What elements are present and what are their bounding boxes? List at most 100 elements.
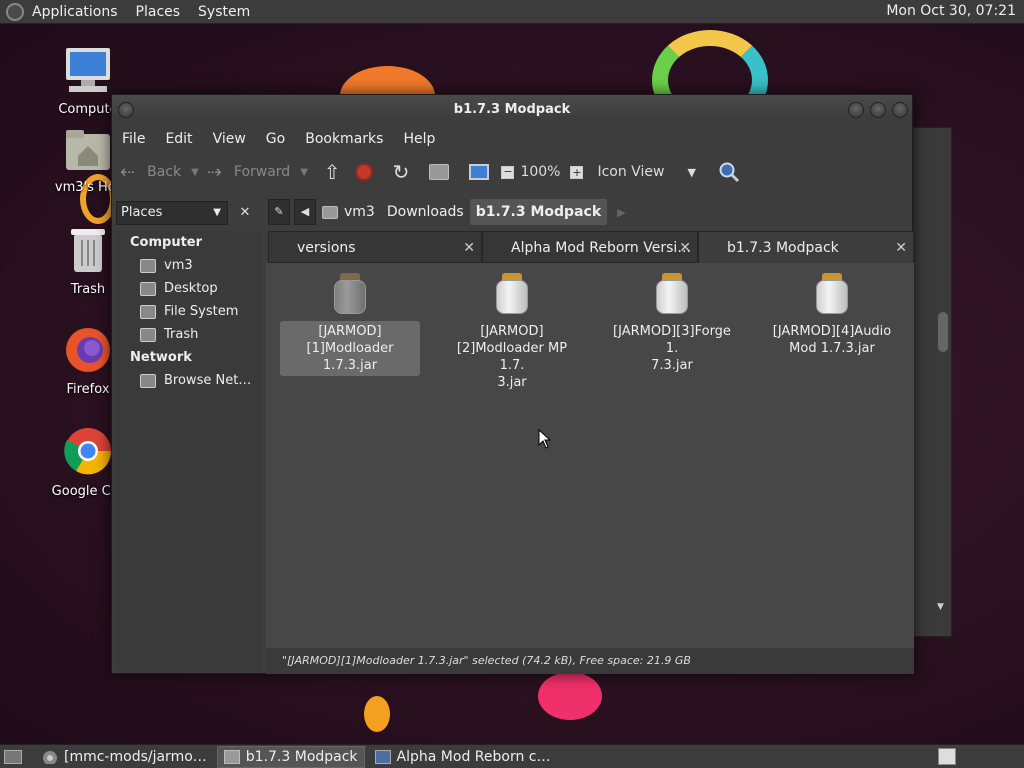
close-tab-icon[interactable]: ✕ (679, 232, 691, 264)
sidebar-item-vm3[interactable]: vm3 (116, 254, 262, 277)
back-button[interactable]: ⇠ Back (120, 162, 181, 183)
file-name: [JARMOD][4]Audio Mod 1.7.3.jar (772, 324, 892, 356)
path-button-current[interactable]: b1.7.3 Modpack (469, 199, 608, 225)
tab-label: Alpha Mod Reborn Versi… (511, 240, 692, 256)
menu-file[interactable]: File (122, 131, 145, 147)
sidebar-item-label: vm3 (164, 258, 193, 273)
close-tab-icon[interactable]: ✕ (895, 232, 907, 264)
computer-icon[interactable] (469, 164, 490, 180)
zoom-out-icon[interactable]: − (501, 165, 515, 179)
zoom-in-icon[interactable]: + (570, 165, 584, 179)
wallpaper-shape (364, 696, 390, 732)
view-mode-select[interactable]: Icon View (597, 164, 687, 180)
file-name: [JARMOD] [1]Modloader 1.7.3.jar (280, 321, 420, 376)
chevron-down-icon: ▼ (213, 207, 221, 218)
background-window-scrollbar[interactable]: ▼ (936, 300, 950, 612)
tab-alpha-mod[interactable]: Alpha Mod Reborn Versi… ✕ (482, 231, 698, 263)
app-icon (374, 749, 391, 764)
stop-icon[interactable] (354, 163, 373, 181)
path-scroll-left-icon[interactable]: ◀ (294, 199, 316, 225)
forward-history-dropdown[interactable]: ▼ (300, 167, 308, 178)
home-folder-icon (66, 130, 110, 170)
taskbar-item-label: b1.7.3 Modpack (245, 748, 358, 765)
trash-icon (71, 229, 105, 272)
bottom-panel: [mmc-mods/jarmo… b1.7.3 Modpack Alpha Mo… (0, 744, 1024, 768)
firefox-icon (66, 328, 110, 372)
sidebar-selector-label: Places (121, 205, 163, 220)
tab-label: versions (297, 240, 356, 256)
chevron-down-icon[interactable]: ▼ (687, 166, 695, 179)
menu-go[interactable]: Go (266, 131, 285, 147)
taskbar-item-modpack[interactable]: b1.7.3 Modpack (216, 745, 365, 768)
zoom-level: 100% (520, 164, 561, 180)
desktop-folder-icon (140, 281, 156, 296)
sidebar-header-computer: Computer (130, 235, 203, 250)
window-menu-button[interactable] (118, 102, 134, 118)
reload-icon[interactable]: ↻ (393, 160, 410, 184)
maximize-button[interactable] (870, 102, 886, 118)
back-history-dropdown[interactable]: ▼ (191, 167, 199, 178)
tab-bar: versions ✕ Alpha Mod Reborn Versi… ✕ b1.… (268, 231, 914, 263)
taskbar-item-alpha-mod[interactable]: Alpha Mod Reborn c… (369, 746, 557, 768)
tab-versions[interactable]: versions ✕ (268, 231, 482, 263)
tab-b173-modpack[interactable]: b1.7.3 Modpack ✕ (698, 231, 914, 263)
applications-menu[interactable]: Applications (32, 4, 118, 20)
scroll-down-icon[interactable]: ▼ (937, 602, 944, 612)
show-desktop-icon[interactable] (4, 749, 22, 764)
scrollbar-thumb[interactable] (938, 312, 948, 352)
taskbar-item-label: [mmc-mods/jarmo… (64, 748, 207, 765)
drive-icon (140, 304, 156, 319)
file-item[interactable]: [JARMOD][3]Forge 1. 7.3.jar (602, 263, 742, 376)
close-tab-icon[interactable]: ✕ (463, 232, 475, 264)
menu-bookmarks[interactable]: Bookmarks (305, 131, 383, 147)
file-name: [JARMOD][3]Forge 1. 7.3.jar (613, 324, 731, 373)
jar-file-icon (496, 273, 528, 315)
file-icon-view[interactable]: [JARMOD] [1]Modloader 1.7.3.jar [JARMOD]… (266, 263, 914, 648)
arrow-right-icon: ⇢ (206, 161, 222, 183)
file-item[interactable]: [JARMOD] [2]Modloader MP 1.7. 3.jar (442, 263, 582, 393)
tab-label: b1.7.3 Modpack (727, 240, 839, 256)
path-button-downloads[interactable]: Downloads (381, 199, 470, 225)
file-item[interactable]: [JARMOD] [1]Modloader 1.7.3.jar (280, 263, 420, 376)
close-button[interactable] (892, 102, 908, 118)
path-button-vm3[interactable]: vm3 (338, 199, 381, 225)
path-scroll-right-icon[interactable]: ▶ (617, 206, 625, 219)
sidebar-selector[interactable]: Places ▼ (116, 201, 228, 225)
menu-edit[interactable]: Edit (165, 131, 192, 147)
home-icon[interactable] (429, 164, 450, 180)
sidebar-item-browse-network[interactable]: Browse Net… (116, 369, 262, 392)
sidebar-item-label: Trash (164, 327, 199, 342)
workspace-switcher-icon[interactable] (938, 748, 956, 765)
minimize-button[interactable] (848, 102, 864, 118)
jar-file-icon (334, 273, 366, 315)
jar-file-icon (656, 273, 688, 315)
sidebar-item-filesystem[interactable]: File System (116, 300, 262, 323)
menubar: File Edit View Go Bookmarks Help (112, 125, 912, 153)
close-sidebar-icon[interactable]: ✕ (234, 201, 256, 225)
system-menu[interactable]: System (198, 4, 250, 20)
window-titlebar[interactable]: b1.7.3 Modpack (112, 95, 912, 125)
sidebar-item-trash[interactable]: Trash (116, 323, 262, 346)
clock[interactable]: Mon Oct 30, 07:21 (886, 3, 1016, 19)
places-menu[interactable]: Places (136, 4, 181, 20)
chrome-icon (64, 428, 112, 475)
up-arrow-icon[interactable]: ⇧ (324, 160, 341, 184)
forward-label: Forward (233, 164, 291, 180)
toolbar: ⇠ Back ▼ ⇢ Forward ▼ ⇧ ↻ − 100% + Icon V… (112, 153, 912, 191)
menu-help[interactable]: Help (403, 131, 435, 147)
search-icon[interactable] (718, 161, 740, 183)
forward-button[interactable]: ⇢ Forward (207, 162, 290, 183)
mate-logo-icon[interactable] (6, 2, 24, 21)
edit-location-icon[interactable]: ✎ (268, 199, 290, 225)
taskbar-item-chrome[interactable]: [mmc-mods/jarmo… (36, 746, 213, 768)
sidebar-item-desktop[interactable]: Desktop (116, 277, 262, 300)
menu-view[interactable]: View (213, 131, 246, 147)
jar-file-icon (816, 273, 848, 315)
network-icon (140, 373, 156, 388)
folder-icon (223, 749, 240, 764)
file-item[interactable]: [JARMOD][4]Audio Mod 1.7.3.jar (762, 263, 902, 359)
mouse-cursor-icon (538, 429, 552, 449)
sidebar-item-label: Desktop (164, 281, 218, 296)
file-name: [JARMOD] [2]Modloader MP 1.7. 3.jar (456, 324, 568, 390)
window-title: b1.7.3 Modpack (453, 102, 571, 117)
